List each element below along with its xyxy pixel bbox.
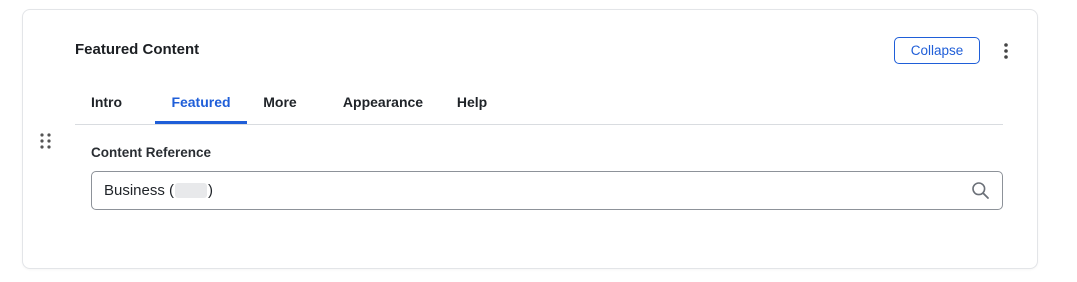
input-value-prefix: Business ( <box>104 182 175 199</box>
tab-intro[interactable]: Intro <box>75 80 138 123</box>
tab-more[interactable]: More <box>257 80 303 123</box>
tab-bar: Intro Featured More Appearance Help <box>75 80 1003 125</box>
input-value-suffix: ) <box>208 182 214 199</box>
redacted-id <box>175 183 208 198</box>
content-reference-value: Business ( ) <box>104 172 213 209</box>
tab-help[interactable]: Help <box>451 80 493 123</box>
block-title: Featured Content <box>75 41 200 58</box>
tab-appearance[interactable]: Appearance <box>337 80 429 123</box>
collapse-button[interactable]: Collapse <box>894 37 980 64</box>
kebab-vertical-icon[interactable] <box>997 40 1015 62</box>
content-reference-label: Content Reference <box>91 145 212 160</box>
drag-grip-icon[interactable] <box>38 132 54 152</box>
search-icon[interactable] <box>971 181 990 200</box>
tab-featured[interactable]: Featured <box>155 80 247 124</box>
content-reference-input[interactable]: Business ( ) <box>91 171 1003 210</box>
